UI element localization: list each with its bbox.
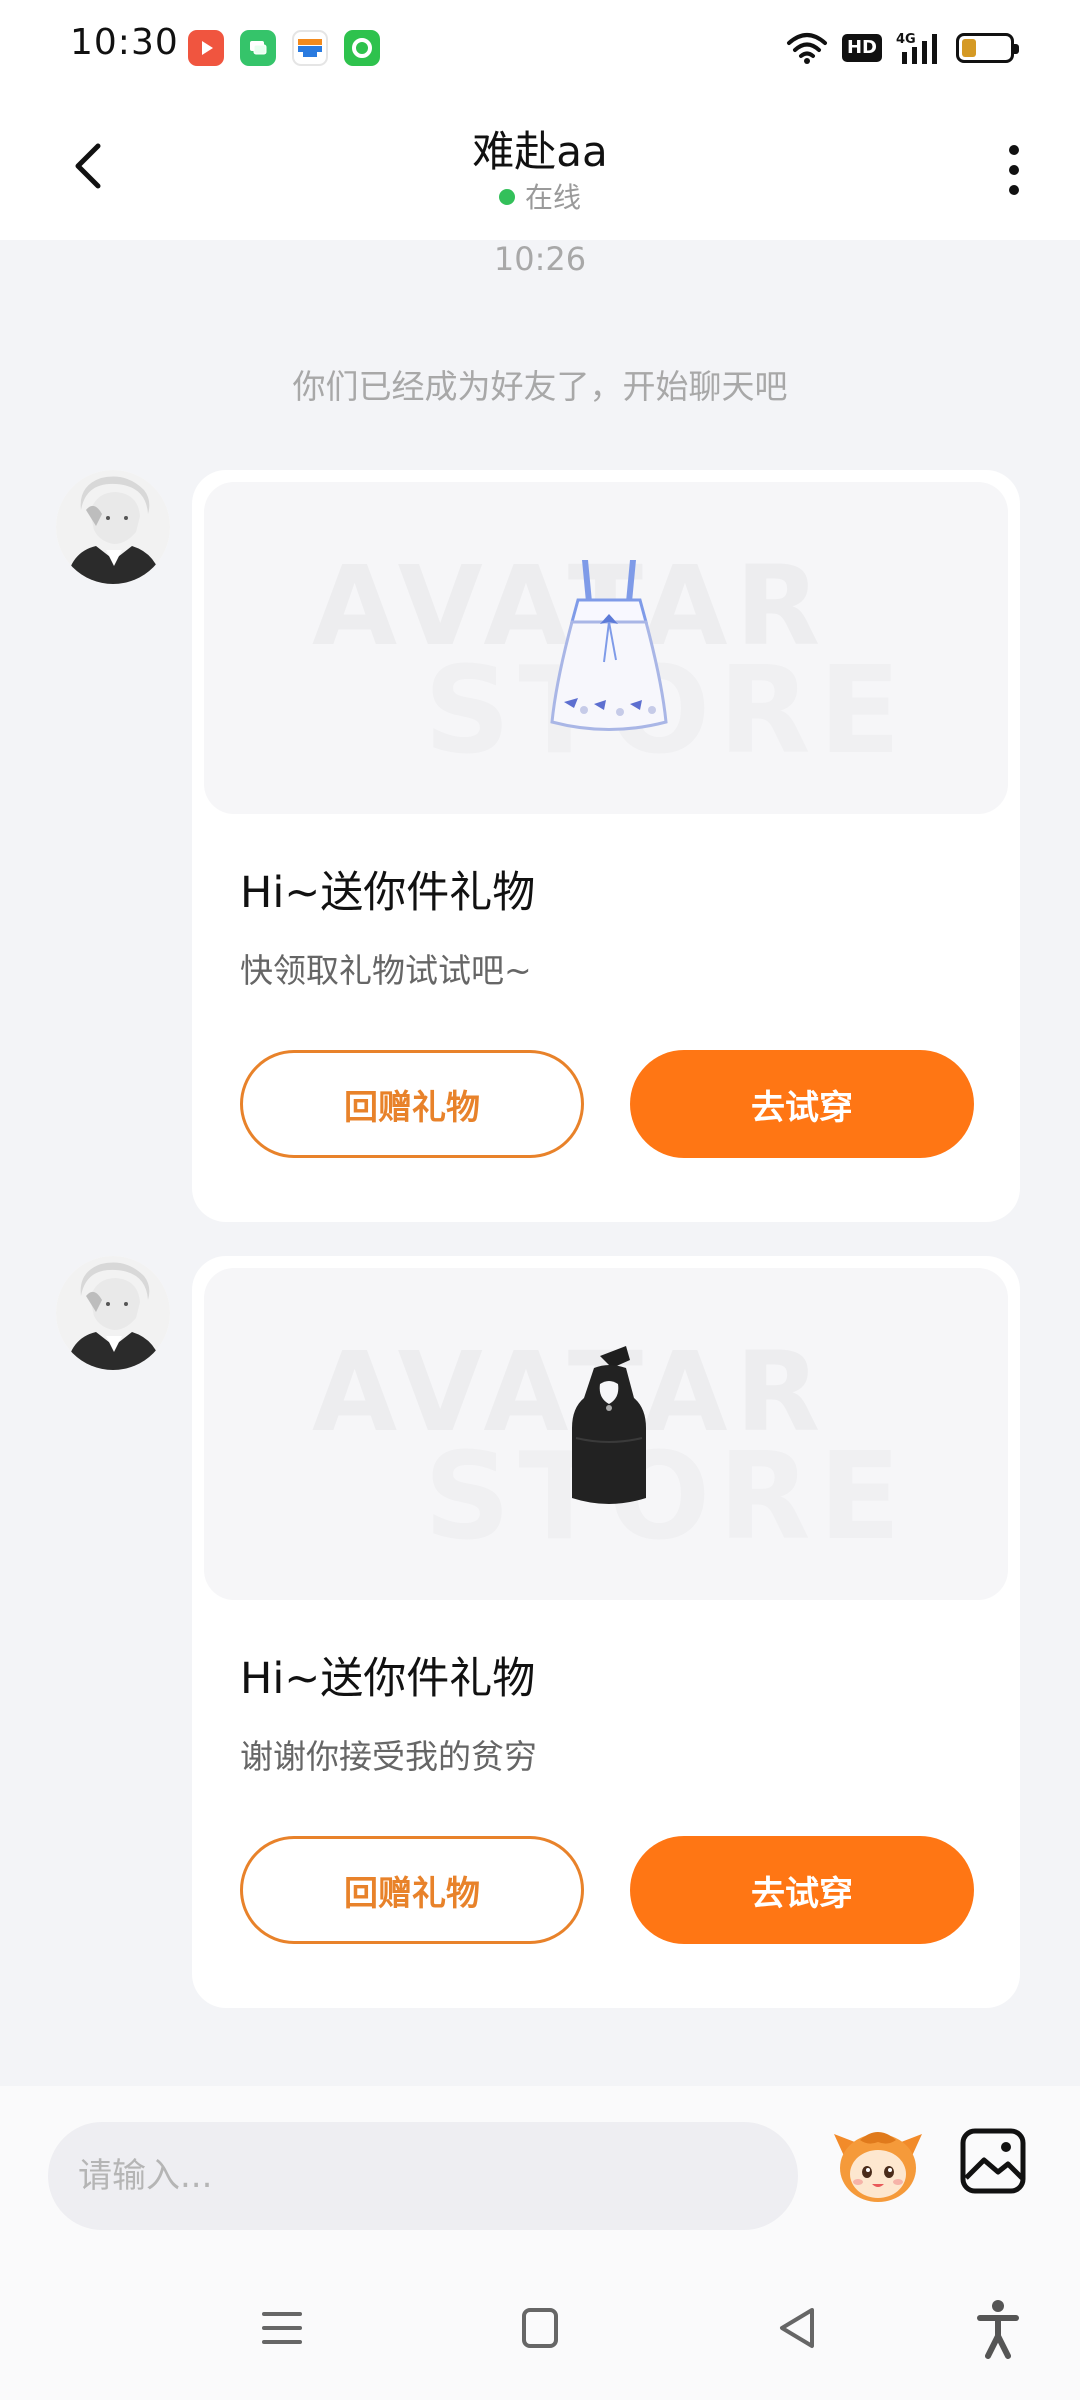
gift-preview[interactable]: AVATAR STORE bbox=[204, 1268, 1008, 1600]
bank-card-app-icon bbox=[292, 30, 328, 66]
gift-card: AVATAR STORE Hi~送你件礼物 谢谢你接受我的贫穷 回赠礼物 去试穿 bbox=[192, 1256, 1020, 2008]
try-on-button[interactable]: 去试穿 bbox=[630, 1050, 974, 1158]
system-message: 你们已经成为好友了，开始聊天吧 bbox=[292, 367, 788, 406]
message-input-bar: 请输入... bbox=[0, 2086, 1080, 2256]
hd-badge: HD bbox=[841, 34, 882, 62]
svg-text:4G: 4G bbox=[896, 32, 916, 47]
white-dress-icon bbox=[550, 560, 668, 731]
try-on-button[interactable]: 去试穿 bbox=[630, 1836, 974, 1944]
return-gift-button[interactable]: 回赠礼物 bbox=[240, 1836, 584, 1944]
status-indicators: HD 4G bbox=[786, 30, 1019, 66]
wifi-icon bbox=[786, 33, 827, 64]
return-gift-button[interactable]: 回赠礼物 bbox=[240, 1050, 584, 1158]
more-options-button[interactable] bbox=[994, 140, 1034, 200]
contact-name: 难赴aa bbox=[472, 127, 608, 176]
menu-icon[interactable] bbox=[250, 2296, 314, 2360]
green-ring-app-icon bbox=[344, 30, 380, 66]
avatar-emoji-button[interactable] bbox=[830, 2116, 926, 2212]
sender-avatar[interactable] bbox=[56, 1256, 170, 1370]
accessibility-icon[interactable] bbox=[966, 2296, 1030, 2360]
black-halter-top-icon bbox=[572, 1346, 646, 1504]
image-icon bbox=[960, 2128, 1026, 2194]
chat-header: 难赴aa 在线 bbox=[0, 96, 1080, 240]
status-bar: 10:30 HD 4G bbox=[0, 0, 1080, 96]
more-vertical-icon bbox=[1009, 145, 1019, 195]
battery-icon bbox=[956, 33, 1019, 63]
sender-avatar[interactable] bbox=[56, 470, 170, 584]
status-app-icons bbox=[188, 30, 380, 66]
mascot-emoji-icon bbox=[834, 2132, 922, 2202]
video-app-icon bbox=[188, 30, 224, 66]
gift-card-subtitle: 快领取礼物试试吧~ bbox=[240, 951, 532, 990]
home-square-icon[interactable] bbox=[508, 2296, 572, 2360]
gift-preview[interactable]: AVATAR STORE bbox=[204, 482, 1008, 814]
chat-app-icon bbox=[240, 30, 276, 66]
send-image-button[interactable] bbox=[958, 2126, 1028, 2196]
system-nav-bar bbox=[0, 2256, 1080, 2400]
gift-card-title: Hi~送你件礼物 bbox=[240, 868, 536, 918]
message-timestamp: 10:26 bbox=[493, 240, 587, 278]
gift-card-subtitle: 谢谢你接受我的贫穷 bbox=[240, 1737, 537, 1776]
battery-level bbox=[962, 39, 976, 57]
gift-card: AVATAR STORE Hi~送你件礼物 快领取礼物试试吧~ 回赠礼物 去试穿 bbox=[192, 470, 1020, 1222]
online-dot-icon bbox=[498, 189, 515, 205]
cellular-signal-icon: 4G bbox=[896, 32, 937, 64]
online-status-label: 在线 bbox=[524, 181, 581, 214]
gift-card-title: Hi~送你件礼物 bbox=[240, 1654, 536, 1704]
message-input[interactable]: 请输入... bbox=[48, 2122, 798, 2230]
back-triangle-icon[interactable] bbox=[766, 2296, 830, 2360]
status-time: 10:30 bbox=[70, 22, 179, 63]
online-status: 在线 bbox=[0, 176, 1080, 216]
